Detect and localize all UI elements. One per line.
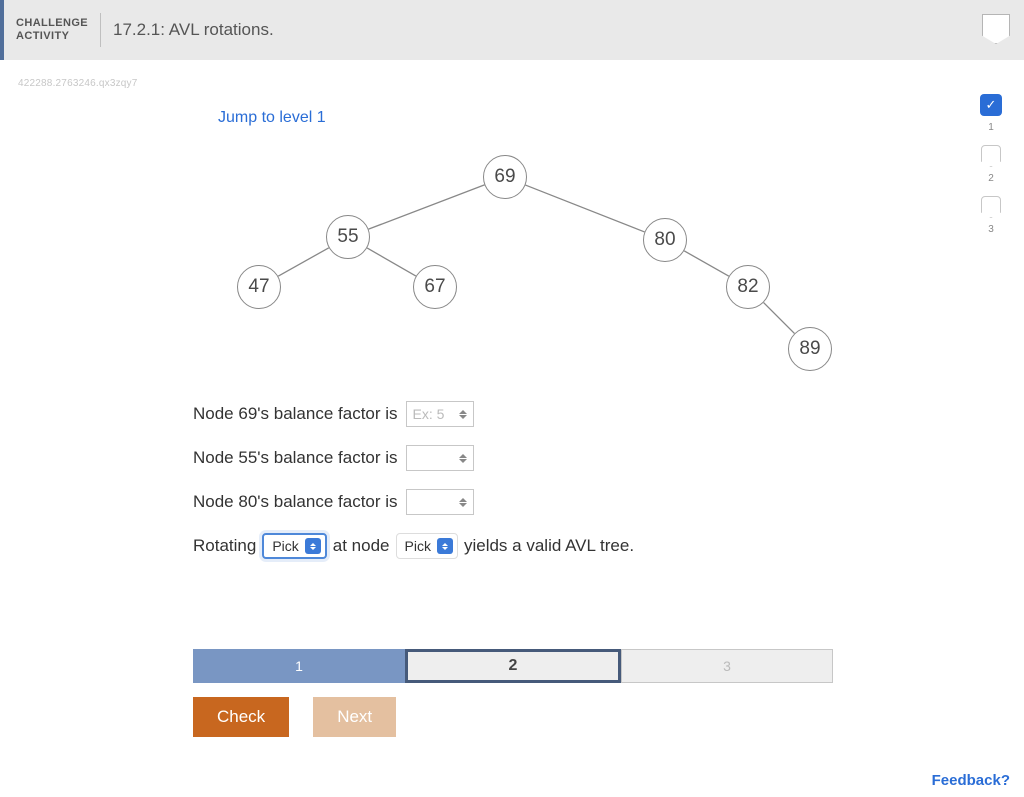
tree-node-69: 69 bbox=[483, 155, 527, 199]
question-block: Node 69's balance factor is Ex: 5 Node 5… bbox=[193, 401, 1004, 559]
next-button[interactable]: Next bbox=[313, 697, 396, 737]
pick-label: Pick bbox=[272, 538, 298, 554]
q1-input[interactable]: Ex: 5 bbox=[406, 401, 474, 427]
tree-node-67: 67 bbox=[413, 265, 457, 309]
step-2-num: 2 bbox=[988, 173, 994, 184]
feedback-link[interactable]: Feedback? bbox=[932, 772, 1010, 789]
q1-placeholder: Ex: 5 bbox=[413, 406, 445, 422]
tree-node-55: 55 bbox=[326, 215, 370, 259]
tree-node-47: 47 bbox=[237, 265, 281, 309]
caret-icon bbox=[437, 538, 453, 554]
rotation-direction-picker[interactable]: Pick bbox=[262, 533, 326, 559]
header-label: CHALLENGE ACTIVITY bbox=[16, 17, 96, 42]
rotating-suffix: yields a valid AVL tree. bbox=[464, 536, 634, 556]
spinner-icon[interactable] bbox=[459, 450, 469, 466]
header-label-line2: ACTIVITY bbox=[16, 30, 96, 43]
tree-node-80: 80 bbox=[643, 218, 687, 262]
level-1-tab[interactable]: 1 bbox=[193, 649, 405, 683]
step-indicator: ✓ 1 2 3 bbox=[980, 94, 1002, 241]
step-2-shield-icon bbox=[981, 145, 1001, 167]
challenge-header: CHALLENGE ACTIVITY 17.2.1: AVL rotations… bbox=[0, 0, 1024, 60]
tree-node-82: 82 bbox=[726, 265, 770, 309]
step-3-num: 3 bbox=[988, 224, 994, 235]
q2-label: Node 55's balance factor is bbox=[193, 448, 398, 468]
q1-label: Node 69's balance factor is bbox=[193, 404, 398, 424]
avl-tree-diagram: 69 55 80 47 67 82 89 bbox=[193, 147, 893, 387]
step-1-num: 1 bbox=[988, 122, 994, 133]
q3-input[interactable] bbox=[406, 489, 474, 515]
rotation-node-picker[interactable]: Pick bbox=[396, 533, 458, 559]
level-3-tab[interactable]: 3 bbox=[621, 649, 833, 683]
pick-label: Pick bbox=[405, 538, 431, 554]
header-label-line1: CHALLENGE bbox=[16, 17, 96, 30]
spinner-icon[interactable] bbox=[459, 406, 469, 422]
tree-node-89: 89 bbox=[788, 327, 832, 371]
step-3-shield-icon bbox=[981, 196, 1001, 218]
step-1-done-icon: ✓ bbox=[980, 94, 1002, 116]
rotating-prefix: Rotating bbox=[193, 536, 256, 556]
level-2-tab[interactable]: 2 bbox=[405, 649, 621, 683]
jump-to-level-link[interactable]: Jump to level 1 bbox=[218, 109, 326, 127]
level-progress-bar: 1 2 3 bbox=[193, 649, 833, 683]
rotating-mid: at node bbox=[333, 536, 390, 556]
caret-icon bbox=[305, 538, 321, 554]
reference-id: 422288.2763246.qx3zqy7 bbox=[18, 78, 1004, 89]
q2-input[interactable] bbox=[406, 445, 474, 471]
activity-title: 17.2.1: AVL rotations. bbox=[113, 20, 274, 40]
check-button[interactable]: Check bbox=[193, 697, 289, 737]
header-shield-icon bbox=[982, 14, 1010, 44]
header-divider bbox=[100, 13, 101, 47]
spinner-icon[interactable] bbox=[459, 494, 469, 510]
q3-label: Node 80's balance factor is bbox=[193, 492, 398, 512]
